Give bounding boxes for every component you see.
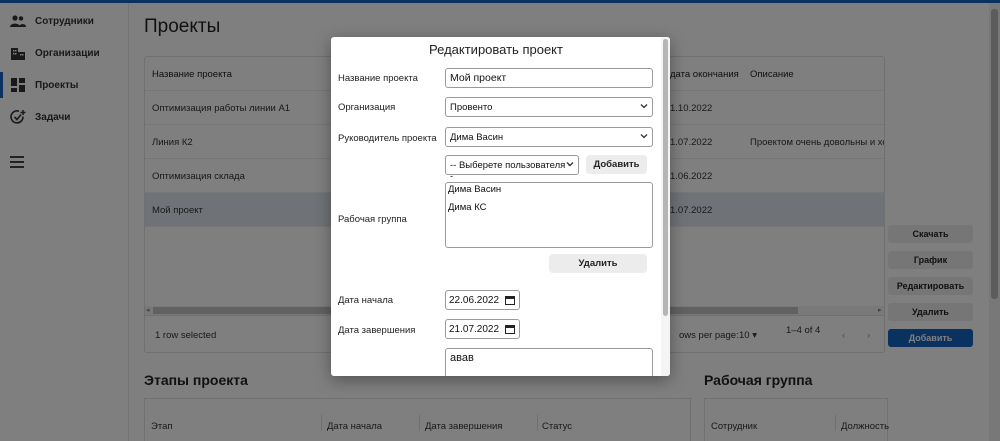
- remove-member-button[interactable]: Удалить: [549, 254, 647, 273]
- manager-select[interactable]: Дима Васин: [445, 127, 653, 147]
- add-member-button[interactable]: Добавить: [586, 155, 647, 174]
- edit-project-dialog: Редактировать проект Название проекта Мо…: [331, 37, 670, 376]
- end-date-label: Дата завершения: [338, 325, 416, 336]
- description-textarea[interactable]: авав: [445, 348, 653, 376]
- end-date-input[interactable]: 21.07.2022: [445, 319, 520, 339]
- dialog-title: Редактировать проект: [429, 42, 563, 57]
- chevron-down-icon: [640, 102, 648, 113]
- start-date-label: Дата начала: [338, 295, 394, 306]
- app-root: Сотрудники Организации Проекты Задачи Пр…: [0, 0, 1000, 441]
- organization-label: Организация: [338, 102, 396, 113]
- calendar-icon[interactable]: [505, 324, 515, 337]
- workgroup-list[interactable]: Дима Васин Дима КС: [445, 182, 653, 248]
- dialog-scrollbar[interactable]: [661, 37, 670, 376]
- project-name-input[interactable]: Мой проект: [445, 68, 653, 88]
- manager-label: Руководитель проекта: [338, 133, 437, 144]
- start-date-input[interactable]: 22.06.2022: [445, 290, 520, 310]
- workgroup-label: Рабочая группа: [338, 214, 407, 225]
- end-date-value: 21.07.2022: [449, 324, 500, 335]
- start-date-value: 22.06.2022: [449, 295, 500, 306]
- organization-value: Провенто: [450, 102, 493, 113]
- user-select-value: -- Выберете пользователя --: [450, 160, 572, 182]
- chevron-down-icon: [566, 160, 574, 171]
- manager-value: Дима Васин: [450, 132, 504, 143]
- chevron-down-icon: [640, 132, 648, 143]
- list-item[interactable]: Дима Васин: [448, 184, 501, 195]
- calendar-icon[interactable]: [505, 295, 515, 308]
- list-item[interactable]: Дима КС: [448, 202, 486, 213]
- user-select[interactable]: -- Выберете пользователя --: [445, 155, 579, 182]
- scrollbar-thumb[interactable]: [663, 39, 668, 316]
- project-name-label: Название проекта: [338, 73, 418, 84]
- organization-select[interactable]: Провенто: [445, 97, 653, 117]
